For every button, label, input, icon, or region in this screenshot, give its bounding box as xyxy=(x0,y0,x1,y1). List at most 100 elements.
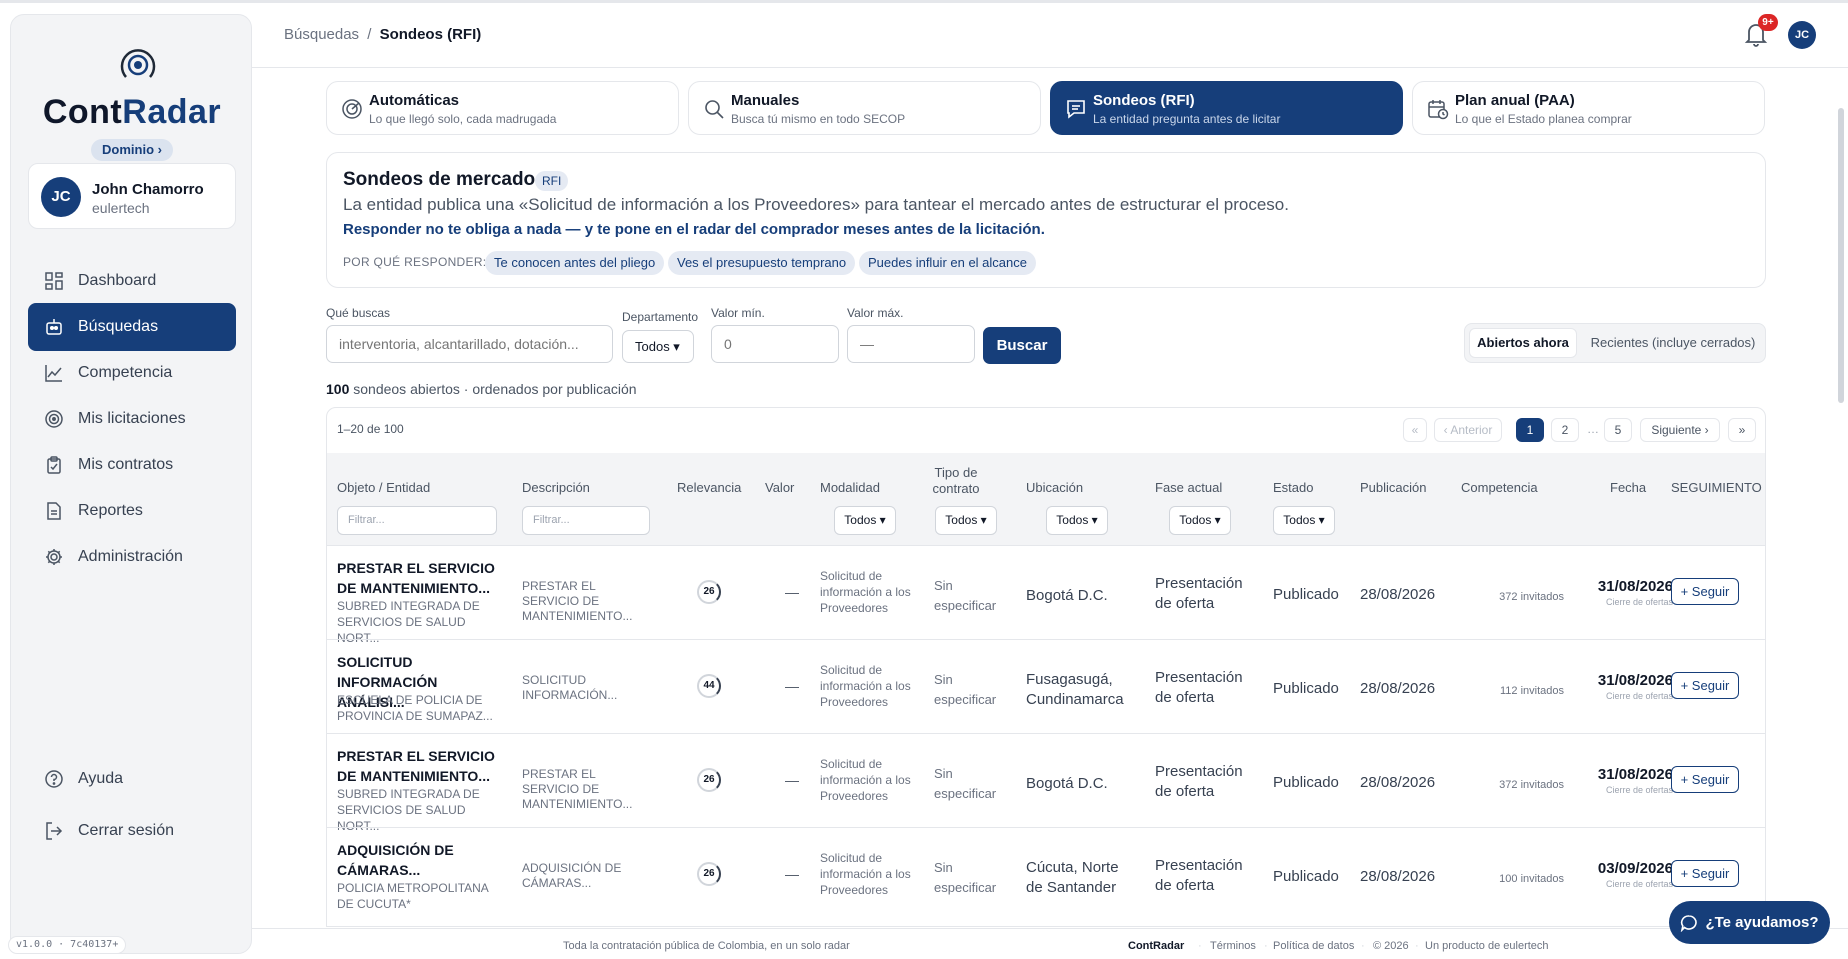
table-row[interactable]: PRESTAR EL SERVICIO DE MANTENIMIENTO... … xyxy=(327,733,1765,833)
pagination-last[interactable]: » xyxy=(1728,418,1756,442)
why-chip: Ves el presupuesto temprano xyxy=(668,251,856,275)
col-relevancia[interactable]: Relevancia xyxy=(677,480,741,495)
row-objeto[interactable]: PRESTAR EL SERVICIO DE MANTENIMIENTO... xyxy=(337,558,497,598)
tab-sondeos[interactable]: Sondeos (RFI) La entidad pregunta antes … xyxy=(1050,81,1403,135)
filter-ubicacion-select[interactable]: Todos ▾ xyxy=(1046,506,1108,535)
app-logo[interactable]: ContRadar xyxy=(11,93,253,132)
sidebar-item-label: Competencia xyxy=(78,364,173,381)
logout-icon xyxy=(44,821,64,841)
dashboard-icon xyxy=(44,271,64,291)
col-descripcion[interactable]: Descripción xyxy=(522,480,590,495)
sidebar-item-competencia[interactable]: Competencia xyxy=(28,349,236,397)
row-descripcion: ADQUISICIÓN DE CÁMARAS... xyxy=(522,861,622,890)
row-valor: — xyxy=(785,772,799,788)
table-row[interactable]: PRESTAR EL SERVICIO DE MANTENIMIENTO... … xyxy=(327,545,1765,645)
follow-button[interactable]: + Seguir xyxy=(1671,578,1739,605)
col-publicacion[interactable]: Publicación xyxy=(1360,480,1427,495)
filter-fase-select[interactable]: Todos ▾ xyxy=(1169,506,1231,535)
col-ubicacion[interactable]: Ubicación xyxy=(1026,480,1083,495)
footer-terms-link[interactable]: Términos xyxy=(1210,940,1256,952)
breadcrumb-parent[interactable]: Búsquedas xyxy=(284,26,359,43)
col-modalidad[interactable]: Modalidad xyxy=(820,480,880,495)
pagination-page-2[interactable]: 2 xyxy=(1551,418,1579,442)
domain-switcher[interactable]: Dominio › xyxy=(91,139,173,161)
relevance-gauge: 26 xyxy=(697,768,721,792)
document-icon xyxy=(44,501,64,521)
row-cierre: Cierre de ofertas xyxy=(1605,597,1673,607)
col-objeto[interactable]: Objeto / Entidad xyxy=(337,480,430,495)
min-value-input[interactable] xyxy=(711,325,839,363)
col-fase[interactable]: Fase actual xyxy=(1155,480,1222,495)
max-value-input[interactable] xyxy=(847,325,975,363)
tab-automaticas[interactable]: Automáticas Lo que llegó solo, cada madr… xyxy=(326,81,679,135)
follow-button[interactable]: + Seguir xyxy=(1671,860,1739,887)
table-row[interactable]: SOLICITUD INFORMACIÓN ANÁLISI... ESCUELA… xyxy=(327,639,1765,733)
row-fecha: 31/08/2026 xyxy=(1597,578,1673,595)
filter-objeto-input[interactable]: Filtrar... xyxy=(337,506,497,535)
user-card[interactable]: JC John Chamorro eulertech xyxy=(28,163,236,229)
row-valor: — xyxy=(785,584,799,600)
footer-privacy-link[interactable]: Política de datos xyxy=(1273,940,1354,952)
sidebar-item-busquedas[interactable]: Búsquedas xyxy=(28,303,236,351)
clipboard-check-icon xyxy=(44,455,64,475)
header-avatar[interactable]: JC xyxy=(1788,21,1816,49)
search-button[interactable]: Buscar xyxy=(983,327,1061,364)
row-descripcion: PRESTAR EL SERVICIO DE MANTENIMIENTO... xyxy=(522,767,633,811)
toggle-recent[interactable]: Recientes (incluye cerrados) xyxy=(1585,328,1761,358)
radar-icon xyxy=(342,99,362,119)
radar-logo-icon xyxy=(120,49,156,78)
row-descripcion: PRESTAR EL SERVICIO DE MANTENIMIENTO... xyxy=(522,579,633,623)
table-row[interactable]: ADQUISICIÓN DE CÁMARAS... POLICIA METROP… xyxy=(327,827,1765,921)
row-ubicacion: Cúcuta, Norte de Santander xyxy=(1026,859,1119,896)
tab-subtitle: Lo que llegó solo, cada madrugada xyxy=(369,112,557,126)
help-chat-label: ¿Te ayudamos? xyxy=(1705,914,1819,931)
follow-button[interactable]: + Seguir xyxy=(1671,672,1739,699)
row-fase: Presentación de oferta xyxy=(1155,763,1243,800)
sidebar-item-ayuda[interactable]: Ayuda xyxy=(28,755,236,803)
pagination-page-1[interactable]: 1 xyxy=(1516,418,1544,442)
pagination-page-5[interactable]: 5 xyxy=(1604,418,1632,442)
tab-manuales[interactable]: Manuales Busca tú mismo en todo SECOP xyxy=(688,81,1041,135)
filter-descripcion-input[interactable]: Filtrar... xyxy=(522,506,650,535)
sidebar-item-mis-licitaciones[interactable]: Mis licitaciones xyxy=(28,395,236,443)
department-select[interactable]: Todos ▾ xyxy=(622,330,694,363)
filter-estado-select[interactable]: Todos ▾ xyxy=(1273,506,1335,535)
help-chat-button[interactable]: ¿Te ayudamos? xyxy=(1669,901,1830,944)
row-ubicacion: Bogotá D.C. xyxy=(1026,775,1108,792)
tab-title: Sondeos (RFI) xyxy=(1093,92,1195,109)
pagination-first[interactable]: « xyxy=(1403,418,1427,442)
follow-button[interactable]: + Seguir xyxy=(1671,766,1739,793)
row-objeto[interactable]: PRESTAR EL SERVICIO DE MANTENIMIENTO... xyxy=(337,746,497,786)
pagination-next[interactable]: Siguiente › xyxy=(1640,418,1720,442)
tab-subtitle: Busca tú mismo en todo SECOP xyxy=(731,112,906,126)
sidebar-item-reportes[interactable]: Reportes xyxy=(28,487,236,535)
sidebar-item-label: Dashboard xyxy=(78,272,157,289)
row-estado: Publicado xyxy=(1273,774,1339,791)
why-chip: Te conocen antes del pliego xyxy=(485,251,665,275)
col-estado[interactable]: Estado xyxy=(1273,480,1313,495)
sidebar-item-administracion[interactable]: Administración xyxy=(28,533,236,581)
filter-tipo-select[interactable]: Todos ▾ xyxy=(935,506,997,535)
sidebar-item-cerrar-sesion[interactable]: Cerrar sesión xyxy=(28,807,236,855)
col-seguimiento: SEGUIMIENTO xyxy=(1671,480,1762,495)
row-competencia: 100 invitados xyxy=(1499,873,1564,885)
sidebar-item-label: Búsquedas xyxy=(78,318,159,335)
sidebar-item-mis-contratos[interactable]: Mis contratos xyxy=(28,441,236,489)
pagination-prev[interactable]: ‹ Anterior xyxy=(1434,418,1502,442)
filter-modalidad-select[interactable]: Todos ▾ xyxy=(834,506,896,535)
tab-plan-anual[interactable]: Plan anual (PAA) Lo que el Estado planea… xyxy=(1412,81,1765,135)
row-tipo: Sin especificar xyxy=(934,766,997,801)
notification-badge: 9+ xyxy=(1758,14,1778,31)
col-tipo-contrato[interactable]: Tipo de contrato xyxy=(925,465,987,497)
col-competencia[interactable]: Competencia xyxy=(1461,480,1538,495)
toggle-open-now[interactable]: Abiertos ahora xyxy=(1469,328,1577,358)
col-valor[interactable]: Valor xyxy=(765,480,794,495)
footer: Toda la contratación pública de Colombia… xyxy=(252,928,1848,959)
col-fecha[interactable]: Fecha xyxy=(1610,480,1646,495)
row-cierre: Cierre de ofertas xyxy=(1605,879,1673,889)
search-input[interactable] xyxy=(326,325,613,363)
row-objeto[interactable]: ADQUISICIÓN DE CÁMARAS... xyxy=(337,840,497,880)
row-valor: — xyxy=(785,866,799,882)
sidebar-item-dashboard[interactable]: Dashboard xyxy=(28,257,236,305)
page-scrollbar[interactable] xyxy=(1838,108,1844,403)
